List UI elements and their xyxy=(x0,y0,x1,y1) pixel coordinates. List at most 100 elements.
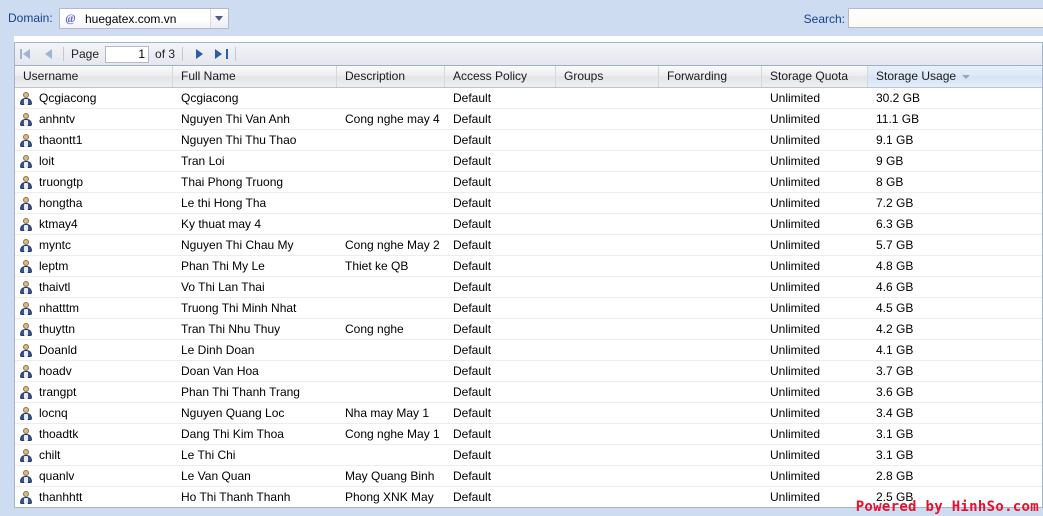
next-page-icon xyxy=(196,49,204,59)
table-row[interactable]: locnq Nguyen Quang Loc Nha may May 1 Defaul… xyxy=(15,403,1042,424)
column-header-access_policy[interactable]: Access Policy xyxy=(445,66,556,87)
cell-access_policy: Default xyxy=(453,343,492,357)
cell-access_policy: Default xyxy=(453,280,492,294)
column-header-description[interactable]: Description xyxy=(337,66,445,87)
cell-storage_usage: 4.1 GB xyxy=(876,343,914,357)
user-icon xyxy=(19,196,33,210)
domain-label: Domain: xyxy=(8,11,53,25)
last-page-button[interactable] xyxy=(211,44,231,64)
prev-page-button[interactable] xyxy=(39,44,59,64)
cell-fullname: Nguyen Thi Van Anh xyxy=(181,112,290,126)
table-row[interactable]: chilt Le Thi Chi Default Unlimited 3.1 GB xyxy=(15,445,1042,466)
table-row[interactable]: Doanld Le Dinh Doan Default Unlimited 4.1 GB xyxy=(15,340,1042,361)
cell-fullname: Le Van Quan xyxy=(181,469,251,483)
cell-storage_usage: 4.6 GB xyxy=(876,280,914,294)
cell-storage_quota: Unlimited xyxy=(770,280,821,294)
table-row[interactable]: truongtp Thai Phong Truong Default Unlimite… xyxy=(15,172,1042,193)
page-number-input[interactable] xyxy=(105,45,150,63)
page-label: Page xyxy=(71,47,100,61)
table-row[interactable]: thaivtl Vo Thi Lan Thai Default Unlimited 4.… xyxy=(15,277,1042,298)
cell-storage_usage: 3.1 GB xyxy=(876,448,914,462)
cell-fullname: Thai Phong Truong xyxy=(181,175,284,189)
table-row[interactable]: anhntv Nguyen Thi Van Anh Cong nghe may 4 D… xyxy=(15,109,1042,130)
column-header-label: Description xyxy=(345,69,406,83)
user-icon xyxy=(19,154,33,168)
table-row[interactable]: thaontt1 Nguyen Thi Thu Thao Default Unlimi… xyxy=(15,130,1042,151)
cell-description: Thiet ke QB xyxy=(345,259,409,273)
sort-descending-icon xyxy=(962,74,971,79)
cell-groups xyxy=(556,382,659,402)
cell-description: Phong XNK May xyxy=(345,490,434,504)
first-page-icon xyxy=(20,49,22,59)
toolbar-separator xyxy=(63,47,64,61)
cell-storage_quota: Unlimited xyxy=(770,364,821,378)
cell-username: locnq xyxy=(15,403,173,423)
top-bar: Domain: @ huegatex.com.vn Search: xyxy=(0,0,1043,36)
cell-username: leptm xyxy=(15,256,173,276)
table-row[interactable]: hongtha Le thi Hong Tha Default Unlimited 7.… xyxy=(15,193,1042,214)
column-header-forwarding[interactable]: Forwarding xyxy=(659,66,762,87)
cell-fullname: Nguyen Quang Loc xyxy=(181,406,285,420)
cell-username: hongtha xyxy=(15,193,173,213)
cell-forwarding xyxy=(659,466,762,486)
cell-storage_usage: 4.2 GB xyxy=(876,322,914,336)
table-row[interactable]: quanlv Le Van Quan May Quang Binh Default Un… xyxy=(15,466,1042,487)
cell-storage_usage: 6.3 GB xyxy=(876,217,914,231)
chevron-down-icon[interactable] xyxy=(210,9,228,28)
cell-groups xyxy=(556,109,659,129)
cell-fullname: Le Dinh Doan xyxy=(181,343,255,357)
table-row[interactable]: ktmay4 Ky thuat may 4 Default Unlimited 6.3 … xyxy=(15,214,1042,235)
cell-fullname: Truong Thi Minh Nhat xyxy=(181,301,297,315)
column-header-fullname[interactable]: Full Name xyxy=(173,66,337,87)
cell-storage_usage: 11.1 GB xyxy=(876,112,920,126)
next-page-button[interactable] xyxy=(189,44,209,64)
user-icon xyxy=(19,91,33,105)
cell-username: anhntv xyxy=(15,109,173,129)
cell-username: thaontt1 xyxy=(15,130,173,150)
table-row[interactable]: leptm Phan Thi My Le Thiet ke QB Default Unl… xyxy=(15,256,1042,277)
cell-access_policy: Default xyxy=(453,364,492,378)
username-text: loit xyxy=(39,154,55,168)
username-text: myntc xyxy=(39,238,72,252)
table-row[interactable]: Qcgiacong Qcgiacong Default Unlimited 30.2 G… xyxy=(15,88,1042,109)
column-header-username[interactable]: Username xyxy=(15,66,173,87)
table-row[interactable]: hoadv Doan Van Hoa Default Unlimited 3.7 GB xyxy=(15,361,1042,382)
column-header-storage_quota[interactable]: Storage Quota xyxy=(762,66,868,87)
domain-select[interactable]: @ huegatex.com.vn xyxy=(59,8,229,29)
table-row[interactable]: nhatttm Truong Thi Minh Nhat Default Unlimi… xyxy=(15,298,1042,319)
search-label: Search: xyxy=(803,12,845,26)
cell-storage_quota: Unlimited xyxy=(770,217,821,231)
column-header-label: Full Name xyxy=(181,69,236,83)
table-row[interactable]: loit Tran Loi Default Unlimited 9 GB xyxy=(15,151,1042,172)
username-text: Qcgiacong xyxy=(39,91,97,105)
user-icon xyxy=(19,364,33,378)
user-icon xyxy=(19,469,33,483)
cell-groups xyxy=(556,172,659,192)
user-icon xyxy=(19,280,33,294)
table-row[interactable]: trangpt Phan Thi Thanh Trang Default Unlimi… xyxy=(15,382,1042,403)
cell-fullname: Le thi Hong Tha xyxy=(181,196,267,210)
cell-description: Cong nghe May 1 xyxy=(345,427,440,441)
cell-storage_quota: Unlimited xyxy=(770,91,821,105)
table-row[interactable]: thoadtk Dang Thi Kim Thoa Cong nghe May 1 D… xyxy=(15,424,1042,445)
cell-forwarding xyxy=(659,277,762,297)
username-text: quanlv xyxy=(39,469,75,483)
cell-username: thoadtk xyxy=(15,424,173,444)
cell-storage_usage: 3.7 GB xyxy=(876,364,914,378)
cell-username: hoadv xyxy=(15,361,173,381)
user-icon xyxy=(19,343,33,357)
table-row[interactable]: myntc Nguyen Thi Chau My Cong nghe May 2 De… xyxy=(15,235,1042,256)
column-header-storage_usage[interactable]: Storage Usage xyxy=(868,66,1042,87)
first-page-button[interactable] xyxy=(17,44,37,64)
search-input[interactable] xyxy=(848,8,1043,28)
user-icon xyxy=(19,406,33,420)
username-text: leptm xyxy=(39,259,69,273)
cell-storage_usage: 9 GB xyxy=(876,154,904,168)
cell-fullname: Le Thi Chi xyxy=(181,448,236,462)
cell-forwarding xyxy=(659,424,762,444)
column-header-groups[interactable]: Groups xyxy=(556,66,659,87)
table-row[interactable]: thuyttn Tran Thi Nhu Thuy Cong nghe Default… xyxy=(15,319,1042,340)
cell-description xyxy=(337,214,445,234)
cell-storage_usage: 3.4 GB xyxy=(876,406,914,420)
cell-forwarding xyxy=(659,130,762,150)
